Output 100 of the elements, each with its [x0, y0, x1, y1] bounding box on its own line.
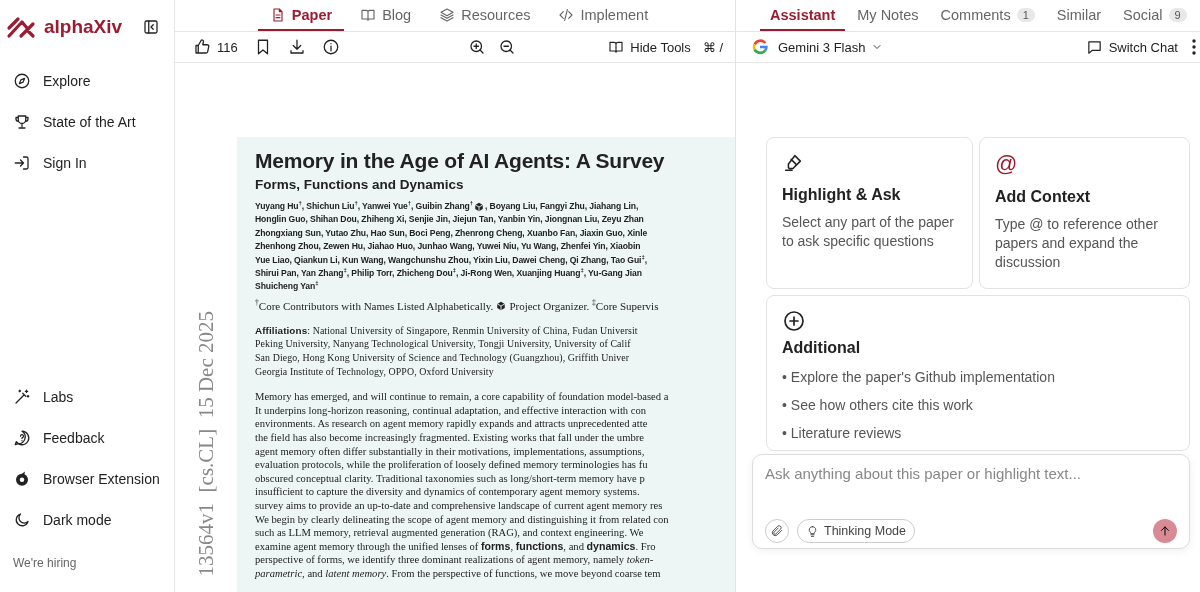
suggestion-card[interactable]: @ Add Context Type @ to reference other papers and expand the discussion: [979, 137, 1190, 289]
zoom-out-icon: [497, 38, 516, 56]
sign-in-icon: [13, 154, 31, 172]
lightbulb-icon: [806, 524, 819, 538]
assistant-tab[interactable]: Comments 1: [930, 0, 1045, 31]
assistant-tab[interactable]: My Notes: [847, 0, 929, 31]
suggestion-item[interactable]: • Explore the paper's Github implementation: [782, 363, 1174, 391]
author-names: Yuyang Hu$^{†}$, Shichun Liu$^{†}$, Yanwei Yue$^{†}$, Guibin Zhang$^{†}$: [255, 200, 473, 213]
author-names: Shuicheng Yan$^{‡}$: [255, 280, 319, 294]
suggestion-item[interactable]: • Literature reviews: [782, 419, 1174, 447]
card-title: Highlight & Ask: [782, 186, 902, 204]
sidebar-item[interactable]: Browser Extension: [0, 461, 174, 497]
author-names: Honglin Guo, Shihan Dou, Zhiheng Xi, Senjie Jin, Jiejun Tan, Yanbin Yin, Jiongnan Liu, Zeyu Zhan: [255, 213, 644, 227]
paper-tab[interactable]: Resources: [427, 0, 543, 31]
footnote-text: Project Organizer. $^{‡}$Core Supervis: [509, 299, 659, 312]
trophy-icon: [13, 113, 31, 131]
card-description: Select any part of the paper to ask specific questions: [782, 213, 955, 251]
author-names: Shirui Pan, Yan Zhang$^{‡}$, Philip Torr, Zhicheng Dou$^{‡}$, Ji-Rong Wen, Xuanjing Huang$^{‡}$, Yu-Gang Jian: [255, 267, 642, 281]
abstract-line: evaluation protocols, while the proliferation of loosely defined memory terminologies has fu: [255, 458, 649, 472]
more-icon[interactable]: [1192, 39, 1196, 55]
layers-icon: [439, 6, 456, 23]
abstract-line: insufficient to capture the diversity and dynamics of contemporary agent memory systems.: [255, 485, 641, 499]
abstract-line: We begin by clearly delineating the scope of agent memory and distinguishing it from related con: [255, 512, 670, 527]
sidebar-item[interactable]: Explore: [0, 63, 174, 99]
download-button[interactable]: [287, 38, 306, 56]
affiliations-line: Georgia Institute of Technology, OPPO, Oxford University: [255, 364, 495, 379]
extension-icon: [13, 470, 31, 488]
author-names: Zhongxiang Sun, Yutao Zhu, Hao Sun, Boci Peng, Zhenrong Cheng, Xuanbo Fan, Jiaxin Guo, Xinle: [255, 226, 648, 240]
arrow-up-icon: [1158, 524, 1172, 538]
code-icon: [558, 6, 575, 23]
paper-subtitle: Forms, Functions and Dynamics: [255, 177, 465, 192]
attach-button[interactable]: [765, 519, 789, 543]
thumbs-up-icon: [193, 38, 211, 56]
card-description: Type @ to reference other papers and expand the discussion: [995, 215, 1159, 272]
paper-title: Memory in the Age of AI Agents: A Survey: [255, 149, 666, 173]
author-names: , Boyang Liu, Fangyi Zhu, Jiahang Lin,: [485, 200, 639, 213]
abstract-line: perspective of forms, we identify three dominant realizations of agent memory, namely token-: [255, 553, 655, 567]
logo-icon: [6, 15, 36, 39]
abstract-line: parametric, and latent memory. From the perspective of functions, we move beyond coarse tem: [255, 566, 662, 581]
paper-tab[interactable]: Implement: [546, 0, 661, 31]
sidebar-item[interactable]: State of the Art: [0, 104, 174, 140]
count-badge: 9: [1168, 7, 1187, 22]
hiring-link[interactable]: We're hiring: [0, 548, 174, 592]
zoom-out-button[interactable]: [497, 38, 516, 56]
keyboard-shortcut: ⌘ /: [702, 39, 723, 55]
cube-icon: [474, 201, 484, 212]
info-button[interactable]: [321, 38, 340, 56]
suggestion-card[interactable]: Additional • Explore the paper's Github implementation • See how others cite this work • Literature reviews: [766, 295, 1190, 451]
abstract-line: It underpins long-horizon reasoning, continual adaptation, and effective interaction with con: [255, 403, 648, 418]
sidebar-item[interactable]: Dark mode: [0, 502, 174, 538]
assistant-tab[interactable]: Assistant: [760, 0, 846, 31]
g-logo-icon: [752, 39, 768, 55]
paperclip-icon: [770, 524, 784, 538]
paper-tab[interactable]: Paper: [257, 0, 345, 31]
plus-circle-icon: [782, 309, 806, 333]
collapse-sidebar-button[interactable]: [142, 18, 160, 36]
hide-tools-button[interactable]: Hide Tools: [608, 39, 691, 55]
abstract-line: Memory has emerged, and will continue to remain, a core capability of foundation model-based a: [255, 390, 670, 404]
card-title: Additional: [782, 339, 862, 357]
zoom-in-icon: [467, 38, 486, 56]
abstract-line: survey aims to provide an up-to-date and comprehensive landscape of current agent memory res: [255, 498, 664, 513]
paper-tab[interactable]: Blog: [348, 0, 424, 31]
arxiv-identifier-text: 13564v1 [cs.CL] 15 Dec 2025: [193, 311, 219, 577]
brand-name: alphaXiv: [44, 16, 123, 38]
affiliations-line: Affiliations: National University of Singapore, Renmin University of China, Fudan Universit: [255, 323, 639, 338]
affiliations-line: San Diego, Hong Kong University of Science and Technology (Guangzhou), Griffith Univer: [255, 351, 631, 365]
footnote-text: $^{†}$Core Contributors with Names Listed Alphabetically.: [255, 299, 494, 312]
assistant-tab[interactable]: Similar: [1046, 0, 1112, 31]
chat-bubble-icon: [1085, 38, 1103, 56]
abstract-line: agent memory often differ substantially in their motivations, implementations, assumptions,: [255, 444, 646, 459]
info-icon: [321, 38, 340, 56]
switch-chat-button[interactable]: Switch Chat: [1085, 38, 1178, 56]
abstract-line: examine agent memory through the unified lenses of forms, functions, and dynamics. Fro: [255, 539, 657, 554]
magic-wand-icon: [13, 388, 31, 406]
sidebar-item[interactable]: Sign In: [0, 145, 174, 181]
sidebar-item[interactable]: Labs: [0, 379, 174, 415]
suggestion-item[interactable]: • See how others cite this work: [782, 391, 1174, 419]
panel-collapse-icon: [142, 18, 160, 36]
highlighter-icon: [782, 152, 804, 174]
cube-icon: [496, 300, 507, 311]
author-names: Zhenhong Zhou, Zewen Hu, Jiahao Huo, Junhao Wang, Yuwei Niu, Yu Wang, Zhenfei Yin, Xiaobin: [255, 240, 641, 254]
author-names: Yue Liao, Qiankun Li, Kun Wang, Wangchunshu Zhou, Yixin Liu, Dawei Cheng, Qi Zhang, Tao Gui$^{‡}$,: [255, 253, 647, 267]
count-badge: 1: [1016, 7, 1035, 22]
download-icon: [287, 38, 306, 56]
book-icon: [608, 39, 625, 55]
compass-icon: [13, 72, 31, 90]
zoom-in-button[interactable]: [467, 38, 486, 56]
card-title: Add Context: [995, 188, 1092, 206]
abstract-line: obscured conceptual clarity. Traditional taxonomies such as long/short-term memory have p: [255, 471, 646, 486]
send-button[interactable]: [1153, 519, 1177, 543]
moon-icon: [13, 511, 31, 529]
model-selector[interactable]: Gemini 3 Flash: [752, 39, 884, 55]
suggestion-card[interactable]: Highlight & Ask Select any part of the paper to ask specific questions: [766, 137, 973, 289]
sidebar-item[interactable]: Feedback: [0, 420, 174, 456]
affiliations-line: Peking University, Nanyang Technological University, Tongji University, University of Calif: [255, 337, 632, 352]
assistant-tab[interactable]: Social 9: [1113, 0, 1197, 31]
abstract-line: environments. As research on agent memory rapidly expands and attracts unprecedented atte: [255, 417, 649, 431]
thinking-mode-button[interactable]: Thinking Mode: [797, 519, 915, 543]
like-button[interactable]: 116: [193, 38, 238, 56]
abstract-line: such as LLM memory, retrieval augmented generation (RAG), and context engineering. We: [255, 526, 645, 540]
